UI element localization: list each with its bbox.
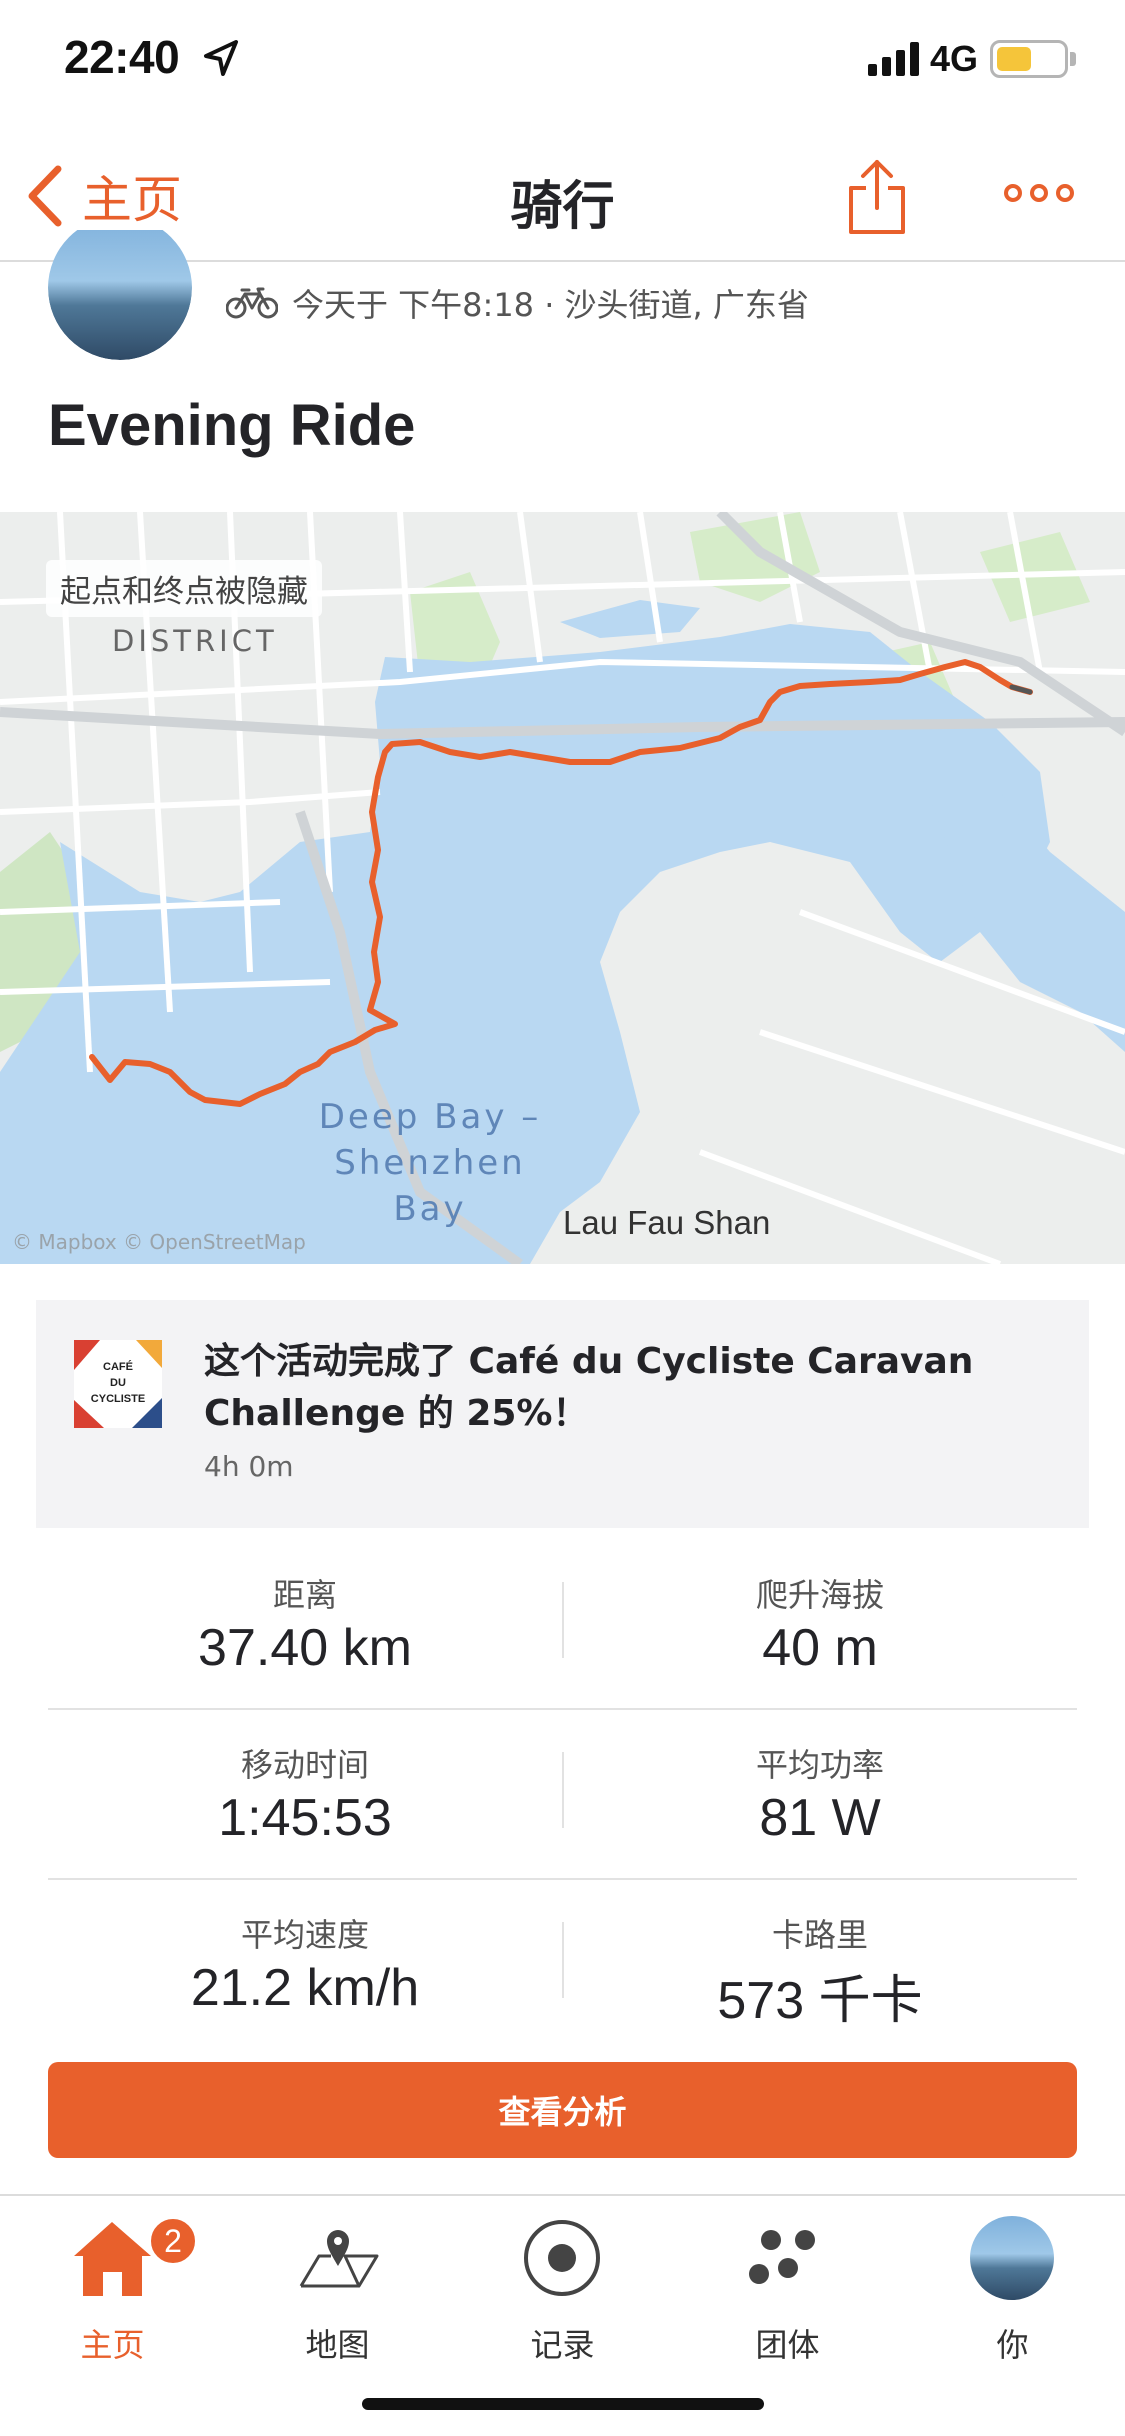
stat-value: 573 千卡 bbox=[717, 1972, 923, 2030]
svg-text:DU: DU bbox=[110, 1377, 126, 1389]
tab-you[interactable]: 你 bbox=[900, 2216, 1125, 2364]
view-analysis-button[interactable]: 查看分析 bbox=[48, 2062, 1077, 2158]
challenge-duration: 4h 0m bbox=[204, 1450, 294, 1483]
stat-label: 平均功率 bbox=[755, 1746, 884, 1784]
tab-home[interactable]: 2 主页 bbox=[0, 2216, 225, 2364]
map-bay-label: Deep Bay – Shenzhen Bay bbox=[318, 1097, 542, 1229]
map-icon bbox=[299, 2230, 379, 2288]
svg-text:CYCLISTE: CYCLISTE bbox=[91, 1393, 145, 1405]
stat-avg-power: 平均功率 81 W bbox=[563, 1710, 1077, 1880]
tab-label: 记录 bbox=[530, 2326, 595, 2364]
home-indicator bbox=[362, 2398, 764, 2410]
route-map[interactable]: 起点和终点被隐藏 DISTRICT Deep Bay – Shenzhen Ba… bbox=[0, 512, 1125, 1264]
stat-value: 1:45:53 bbox=[218, 1789, 392, 1847]
stat-label: 距离 bbox=[272, 1576, 337, 1614]
notification-badge: 2 bbox=[148, 2216, 198, 2266]
stats-row: 距离 37.40 km 爬升海拔 40 m bbox=[48, 1540, 1077, 1710]
athlete-avatar[interactable] bbox=[48, 230, 192, 360]
battery-cap bbox=[1070, 52, 1076, 66]
stat-value: 21.2 km/h bbox=[190, 1959, 420, 2017]
stat-calories: 卡路里 573 千卡 bbox=[563, 1880, 1077, 2050]
stat-label: 平均速度 bbox=[240, 1916, 369, 1954]
stat-avg-speed: 平均速度 21.2 km/h bbox=[48, 1880, 562, 2050]
record-icon bbox=[524, 2220, 600, 2296]
challenge-text: 这个活动完成了 Café du Cycliste Caravan Challen… bbox=[204, 1341, 974, 1434]
stats-row: 平均速度 21.2 km/h 卡路里 573 千卡 bbox=[48, 1880, 1077, 2050]
signal-icon bbox=[868, 42, 919, 76]
stat-elevation: 爬升海拔 40 m bbox=[563, 1540, 1077, 1710]
location-arrow-icon bbox=[204, 40, 238, 76]
stat-label: 卡路里 bbox=[771, 1916, 868, 1954]
tab-label: 地图 bbox=[305, 2326, 370, 2364]
more-icon[interactable] bbox=[1004, 178, 1074, 208]
avatar bbox=[970, 2216, 1054, 2300]
tab-label: 主页 bbox=[80, 2326, 145, 2364]
activity-meta: 今天于 下午8:18 · 沙头街道, 广东省 bbox=[226, 280, 809, 326]
svg-text:CAFÉ: CAFÉ bbox=[103, 1360, 133, 1373]
privacy-notice: 起点和终点被隐藏 bbox=[46, 560, 322, 617]
challenge-badge-icon: CAFÉ DU CYCLISTE bbox=[74, 1340, 162, 1428]
stats-row: 移动时间 1:45:53 平均功率 81 W bbox=[48, 1710, 1077, 1880]
stat-label: 移动时间 bbox=[240, 1746, 369, 1784]
status-bar: 22:40 4G bbox=[0, 0, 1125, 120]
activity-title: Evening Ride bbox=[48, 393, 416, 458]
share-icon[interactable] bbox=[846, 156, 908, 236]
stat-label: 爬升海拔 bbox=[755, 1576, 884, 1614]
status-time: 22:40 bbox=[64, 31, 180, 83]
groups-icon bbox=[749, 2230, 815, 2284]
map-district-label: DISTRICT bbox=[112, 624, 278, 658]
tab-label: 团体 bbox=[755, 2326, 820, 2364]
bike-icon bbox=[226, 287, 278, 319]
map-place-label: Lau Fau Shan bbox=[563, 1204, 771, 1241]
activity-meta-text: 今天于 下午8:18 · 沙头街道, 广东省 bbox=[292, 286, 809, 324]
battery-icon bbox=[990, 40, 1068, 78]
map-attribution: © Mapbox © OpenStreetMap bbox=[12, 1230, 306, 1254]
network-type: 4G bbox=[930, 38, 979, 79]
tab-map[interactable]: 地图 bbox=[225, 2216, 450, 2364]
page-title: 骑行 bbox=[510, 177, 615, 237]
home-icon bbox=[74, 2222, 151, 2296]
tab-groups[interactable]: 团体 bbox=[675, 2216, 900, 2364]
stat-value: 81 W bbox=[759, 1789, 881, 1847]
challenge-card[interactable]: CAFÉ DU CYCLISTE 这个活动完成了 Café du Cyclist… bbox=[36, 1300, 1089, 1528]
stats-grid: 距离 37.40 km 爬升海拔 40 m 移动时间 1:45:53 平均功率 … bbox=[48, 1540, 1077, 2050]
tab-record[interactable]: 记录 bbox=[450, 2216, 675, 2364]
tab-label: 你 bbox=[996, 2326, 1029, 2364]
stat-distance: 距离 37.40 km bbox=[48, 1540, 562, 1710]
stat-value: 40 m bbox=[762, 1619, 878, 1677]
stat-moving-time: 移动时间 1:45:53 bbox=[48, 1710, 562, 1880]
stat-value: 37.40 km bbox=[198, 1619, 412, 1677]
